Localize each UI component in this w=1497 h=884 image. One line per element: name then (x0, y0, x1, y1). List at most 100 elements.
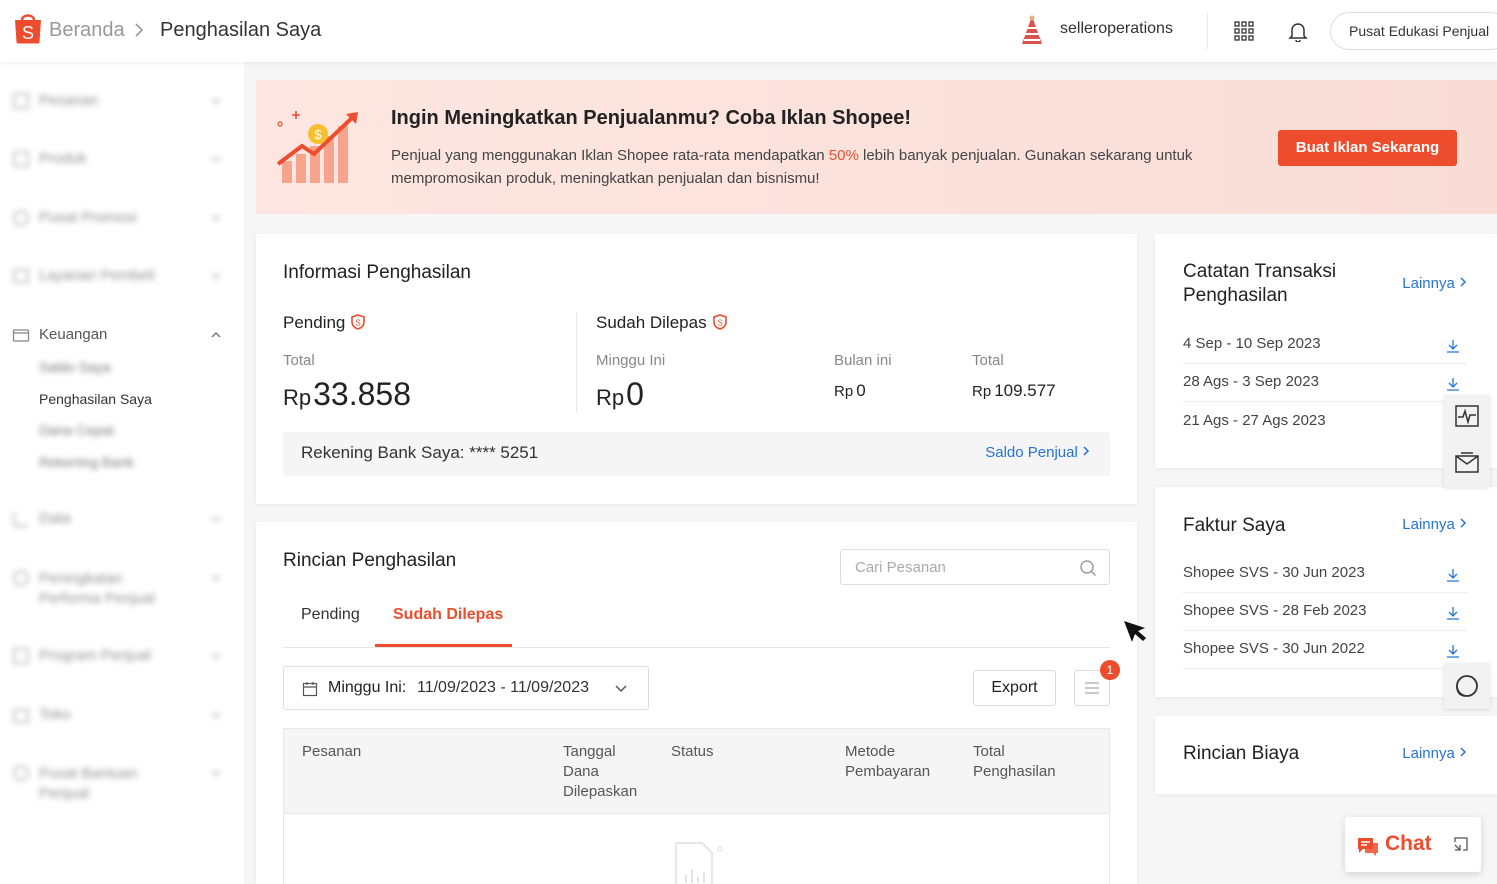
record-label: 28 Ags - 3 Sep 2023 (1183, 373, 1319, 390)
sidebar-item-data[interactable]: Data (12, 508, 232, 532)
chevron-down-icon (615, 685, 627, 693)
chevron-down-icon (211, 575, 221, 582)
promotion-icon (13, 210, 29, 226)
header-line: Dana (563, 763, 599, 780)
svg-text:S: S (717, 319, 722, 328)
sidebar-item-label: Pusat Promosi (39, 209, 137, 226)
pending-total-label: Total (283, 352, 315, 369)
more-link[interactable]: Lainnya (1402, 516, 1467, 533)
export-button[interactable]: Export (973, 670, 1056, 706)
chevron-up-icon (211, 331, 221, 338)
growth-chart-icon: $ (276, 111, 358, 183)
link-label: Lainnya (1402, 745, 1455, 762)
week-amount: Rp0 (596, 376, 644, 413)
username[interactable]: selleroperations (1060, 20, 1173, 38)
sidebar-item-label: Peningkatan Performa Penjual (39, 570, 155, 607)
breadcrumb-home[interactable]: Beranda (49, 19, 125, 42)
bell-icon[interactable] (1287, 20, 1309, 42)
order-search-input[interactable]: Cari Pesanan (840, 549, 1110, 585)
sidebar-item-performa[interactable]: Peningkatan Performa Penjual (12, 567, 232, 611)
tab-released[interactable]: Sudah Dilepas (393, 606, 503, 624)
shield-icon[interactable]: S (351, 314, 366, 330)
sidebar-item-layanan[interactable]: Layanan Pembeli (12, 265, 232, 289)
chevron-right-icon (1460, 277, 1467, 287)
apps-grid-icon[interactable] (1234, 21, 1254, 41)
mail-icon[interactable] (1455, 451, 1479, 473)
table-header: Pesanan Tanggal Dana Dilepaskan Status Met… (283, 728, 1110, 814)
date-range-label: Minggu Ini: (328, 679, 407, 696)
tabs-divider (283, 647, 1110, 648)
service-icon (13, 269, 29, 283)
download-icon[interactable] (1445, 338, 1461, 354)
wallet-icon (12, 329, 30, 342)
svg-text:$: $ (314, 127, 322, 142)
title-line: Penghasilan (1183, 285, 1288, 306)
sidebar-item-promosi[interactable]: Pusat Promosi (12, 207, 232, 231)
pending-heading: Pending S (283, 313, 366, 333)
order-icon (13, 93, 29, 109)
sidebar-item-label: Pusat Bantuan Penjual (39, 765, 138, 802)
column-header-release-date: Tanggal Dana Dilepaskan (563, 742, 637, 802)
chevron-down-icon (211, 770, 221, 777)
sidebar-item-pesanan[interactable]: Pesanan (12, 90, 232, 114)
sidebar-item-toko[interactable]: Toko (12, 704, 232, 728)
sidebar-item-label: Data (39, 510, 71, 527)
support-button[interactable] (1444, 663, 1490, 709)
divider (576, 312, 577, 412)
top-header: S Beranda Penghasilan Saya selleroperati… (0, 0, 1497, 62)
seller-balance-link[interactable]: Saldo Penjual (985, 444, 1090, 461)
bank-account-text: Rekening Bank Saya: **** 5251 (301, 443, 539, 462)
program-icon (13, 648, 29, 664)
download-icon[interactable] (1445, 605, 1461, 621)
date-range-select[interactable]: Minggu Ini: 11/09/2023 - 11/09/2023 (283, 666, 649, 710)
shopee-logo-icon[interactable]: S (14, 11, 42, 44)
income-info-card: Informasi Penghasilan Pending S Total Rp3… (256, 234, 1137, 504)
link-label: Saldo Penjual (985, 444, 1078, 461)
title-line: Catatan Transaksi (1183, 261, 1337, 282)
search-icon[interactable] (1079, 559, 1097, 577)
currency-label: Rp (283, 385, 312, 410)
week-label: Minggu Ini (596, 352, 666, 369)
released-label: Sudah Dilepas (596, 313, 707, 332)
headset-icon (1456, 675, 1478, 697)
month-amount: Rp 0 (834, 381, 866, 401)
tab-pending[interactable]: Pending (301, 606, 360, 624)
sidebar-item-program[interactable]: Program Penjual (12, 645, 232, 669)
banner-title: Ingin Meningkatkan Penjualanmu? Coba Ikl… (391, 107, 912, 129)
svg-text:S: S (356, 319, 361, 328)
sidebar-sub-rekening[interactable]: Rekening Bank (39, 454, 134, 470)
banner-highlight: 50% (828, 147, 859, 164)
shield-icon[interactable]: S (712, 314, 727, 330)
sidebar-sub-saldo[interactable]: Saldo Saya (39, 359, 111, 375)
product-icon (13, 151, 29, 167)
sidebar-item-label: Program Penjual (39, 647, 151, 664)
notification-badge: 1 (1100, 660, 1120, 680)
sidebar-item-produk[interactable]: Produk (12, 148, 232, 172)
released-heading: Sudah Dilepas S (596, 313, 727, 333)
sidebar-item-label: Pesanan (39, 92, 99, 109)
chevron-right-icon (1083, 446, 1090, 456)
expand-icon[interactable] (1454, 837, 1468, 851)
more-link[interactable]: Lainnya (1402, 745, 1467, 762)
download-icon[interactable] (1445, 567, 1461, 583)
create-ad-button[interactable]: Buat Iklan Sekarang (1278, 130, 1457, 166)
invoice-label: Shopee SVS - 28 Feb 2023 (1183, 602, 1367, 619)
card-title: Catatan Transaksi Penghasilan (1183, 260, 1336, 308)
sidebar-sub-penghasilan[interactable]: Penghasilan Saya (39, 391, 152, 407)
chevron-right-icon (1460, 518, 1467, 528)
chat-label: Chat (1385, 832, 1432, 855)
empty-document-icon (675, 842, 723, 884)
sidebar-sub-dana-cepat[interactable]: Dana Cepat (39, 422, 114, 438)
pulse-monitor-icon[interactable] (1455, 405, 1479, 427)
more-link[interactable]: Lainnya (1402, 275, 1467, 292)
sidebar-item-bantuan[interactable]: Pusat Bantuan Penjual (12, 762, 232, 806)
download-icon[interactable] (1445, 643, 1461, 659)
sidebar-item-label: Produk (39, 150, 87, 167)
download-icon[interactable] (1445, 376, 1461, 392)
pending-label: Pending (283, 313, 346, 332)
avatar[interactable] (1016, 14, 1048, 46)
sidebar-item-keuangan[interactable]: Keuangan (12, 324, 232, 348)
edu-center-button[interactable]: Pusat Edukasi Penjual (1330, 12, 1497, 50)
chat-widget[interactable]: Chat (1345, 817, 1481, 872)
list-item: Shopee SVS - 30 Jun 2022 (1183, 631, 1467, 669)
